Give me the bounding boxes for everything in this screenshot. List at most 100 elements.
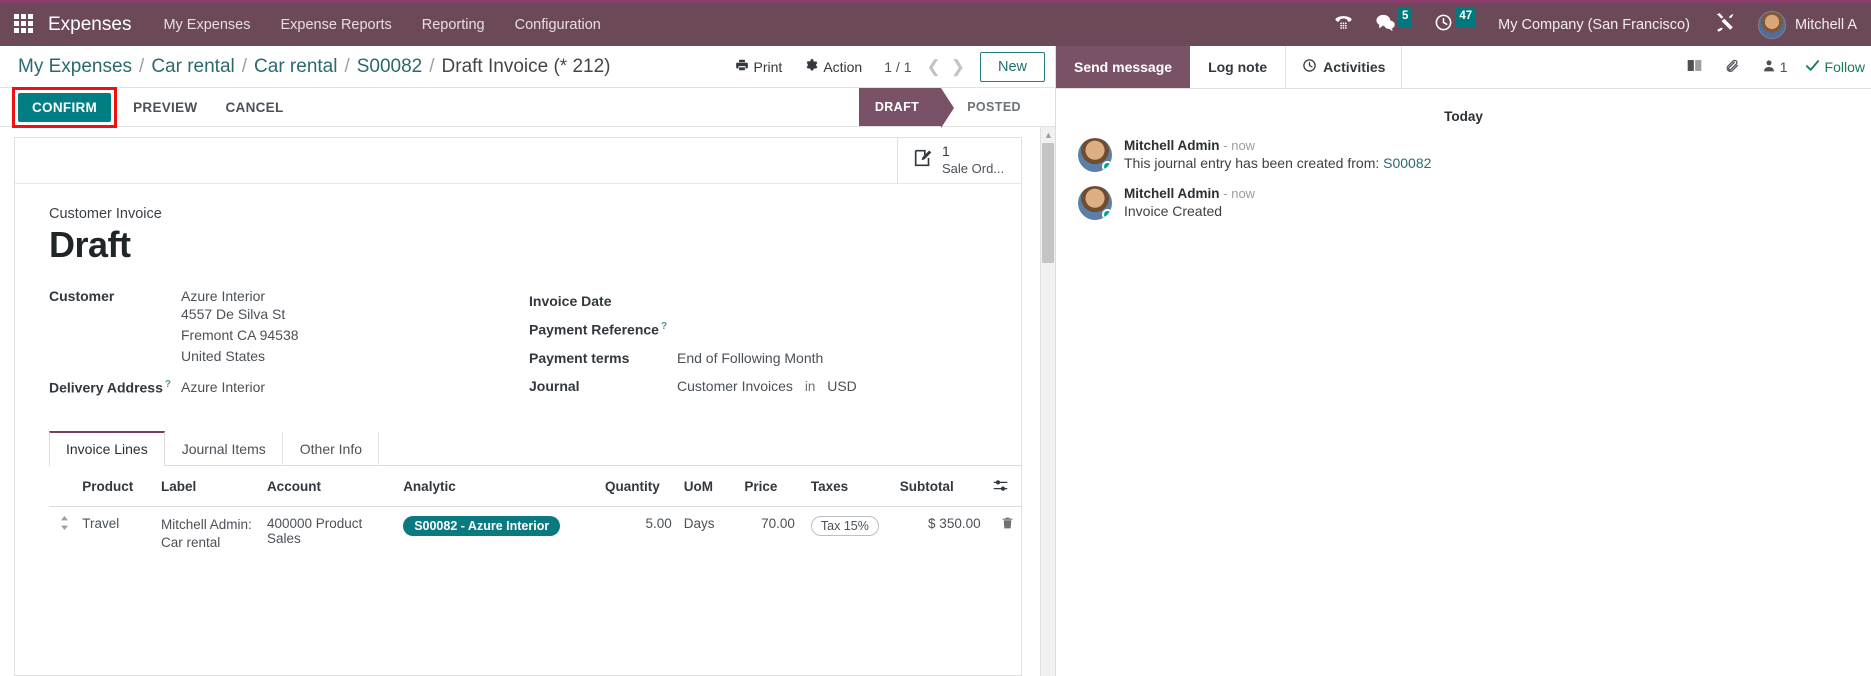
breadcrumb-separator: / [241,55,248,77]
message-record-link[interactable]: S00082 [1383,155,1431,171]
delete-row-icon[interactable] [1001,517,1014,533]
breadcrumb-separator: / [139,55,145,77]
help-icon[interactable]: ? [165,379,171,390]
tab-journal-items[interactable]: Journal Items [165,430,283,466]
column-quantity[interactable]: Quantity [599,467,678,507]
column-product[interactable]: Product [76,467,155,507]
send-message-button[interactable]: Send message [1056,46,1191,88]
paperclip-icon [1725,58,1740,77]
status-draft[interactable]: DRAFT [858,88,955,128]
followers-button[interactable]: 1 [1751,58,1799,76]
tools-icon [1714,11,1736,38]
invoice-lines-head: Product Label Account Analytic Quantity … [49,467,1021,507]
column-options-icon[interactable] [993,479,1008,495]
column-label[interactable]: Label [154,467,261,507]
journal-currency[interactable]: USD [827,378,857,394]
form-sheet: 1 Sale Ord... Customer Invoice Draft Cus… [14,137,1022,676]
message-author[interactable]: Mitchell Admin [1124,186,1220,201]
status-posted[interactable]: POSTED [941,88,1037,126]
column-taxes[interactable]: Taxes [800,467,894,507]
user-menu[interactable]: Mitchell A [1795,17,1857,33]
cell-quantity[interactable]: 5.00 [599,506,678,561]
confirm-button[interactable]: CONFIRM [18,92,112,122]
scrollbar-thumb[interactable] [1042,143,1054,263]
table-row[interactable]: Travel Mitchell Admin: Car rental 400000… [49,506,1021,561]
cell-taxes: Tax 15% [801,506,894,561]
field-columns: Customer Azure Interior 4557 De Silva St… [49,288,987,408]
voip-dialpad-button[interactable] [1334,13,1353,37]
message-timestamp: - now [1223,138,1256,153]
activities-button[interactable]: 47 [1434,8,1477,37]
form-scrollbar[interactable]: ▲ [1040,127,1055,676]
nav-item-reporting[interactable]: Reporting [422,17,485,33]
breadcrumb-item-car-rental-1[interactable]: Car rental [151,56,234,78]
message-author[interactable]: Mitchell Admin [1124,138,1220,153]
app-brand-expenses[interactable]: Expenses [48,14,131,36]
column-analytic[interactable]: Analytic [397,467,600,507]
pager-next-icon[interactable]: ❯ [946,58,970,75]
journal-value[interactable]: Customer Invoices [677,378,793,394]
print-button[interactable]: Print [735,58,782,75]
follow-button[interactable]: Follow [1799,59,1865,75]
message-content: Mitchell Admin - now Invoice Created [1124,186,1255,220]
breadcrumb-item-car-rental-2[interactable]: Car rental [254,56,337,78]
nav-item-configuration[interactable]: Configuration [515,17,601,33]
column-uom[interactable]: UoM [677,467,739,507]
new-button[interactable]: New [979,51,1045,82]
sale-orders-label: Sale Ord... [942,160,1005,176]
customer-value-block[interactable]: Azure Interior 4557 De Silva St Fremont … [181,288,299,367]
customer-address-line-2: Fremont CA 94538 [181,327,299,343]
column-price[interactable]: Price [738,467,801,507]
user-avatar[interactable] [1757,10,1786,39]
breadcrumb-item-s00082[interactable]: S00082 [357,56,423,78]
help-icon[interactable]: ? [661,321,667,332]
log-note-button[interactable]: Log note [1190,46,1285,88]
sale-orders-stat-button[interactable]: 1 Sale Ord... [897,138,1021,183]
list-item: Mitchell Admin - now This journal entry … [1078,138,1849,172]
cell-product[interactable]: Travel [76,506,155,561]
column-drag [49,467,77,507]
payment-reference-field-row: Payment Reference? [529,321,987,338]
control-panel-actions: Print Action 1 / 1 ❮ ❯ New [735,51,1045,82]
action-menu-button[interactable]: Action [804,58,862,75]
message-header: Mitchell Admin - now [1124,186,1255,201]
drag-handle-icon[interactable] [59,515,70,533]
nav-item-expense-reports[interactable]: Expense Reports [281,17,392,33]
customer-label: Customer [49,288,115,304]
form-action-bar: CONFIRM PREVIEW CANCEL DRAFT POSTED [0,86,1055,128]
breadcrumb-current-record: Draft Invoice (* 212) [441,55,611,77]
column-subtotal[interactable]: Subtotal [893,467,987,507]
cell-account[interactable]: 400000 Product Sales [261,506,397,561]
nav-item-my-expenses[interactable]: My Expenses [163,17,250,33]
delivery-address-label-text: Delivery Address [49,379,163,396]
preview-button[interactable]: PREVIEW [121,93,209,122]
payment-terms-value[interactable]: End of Following Month [677,350,823,366]
pager-previous-icon[interactable]: ❮ [921,58,945,75]
breadcrumb-item-my-expenses[interactable]: My Expenses [18,56,132,78]
attachments-count-button[interactable] [1675,58,1714,76]
delivery-address-value[interactable]: Azure Interior [181,379,265,396]
edit-document-icon [912,147,934,174]
row-drag-handle-cell [49,506,76,561]
developer-tools-button[interactable] [1714,11,1736,38]
tab-other-info[interactable]: Other Info [283,430,380,466]
avatar [1078,186,1112,220]
tab-invoice-lines[interactable]: Invoice Lines [49,430,165,466]
column-account[interactable]: Account [260,467,398,507]
activities-button[interactable]: Activities [1285,46,1403,88]
cell-label[interactable]: Mitchell Admin: Car rental [155,506,261,561]
cell-uom[interactable]: Days [678,506,739,561]
tax-tag[interactable]: Tax 15% [810,515,879,536]
top-navbar: Expenses My Expenses Expense Reports Rep… [0,0,1871,46]
apps-menu-icon[interactable] [14,13,36,36]
attachment-button[interactable] [1714,58,1751,77]
messages-button[interactable]: 5 [1375,8,1413,37]
chatter-right-tools: 1 Follow [1675,46,1871,88]
journal-field-row: Journal Customer Invoices in USD [529,378,987,394]
analytic-tag[interactable]: S00082 - Azure Interior [403,515,561,536]
cancel-button[interactable]: CANCEL [213,93,295,122]
company-switcher[interactable]: My Company (San Francisco) [1498,17,1690,33]
scroll-up-icon[interactable]: ▲ [1041,127,1055,142]
clock-icon [1434,13,1453,37]
cell-price[interactable]: 70.00 [738,506,801,561]
